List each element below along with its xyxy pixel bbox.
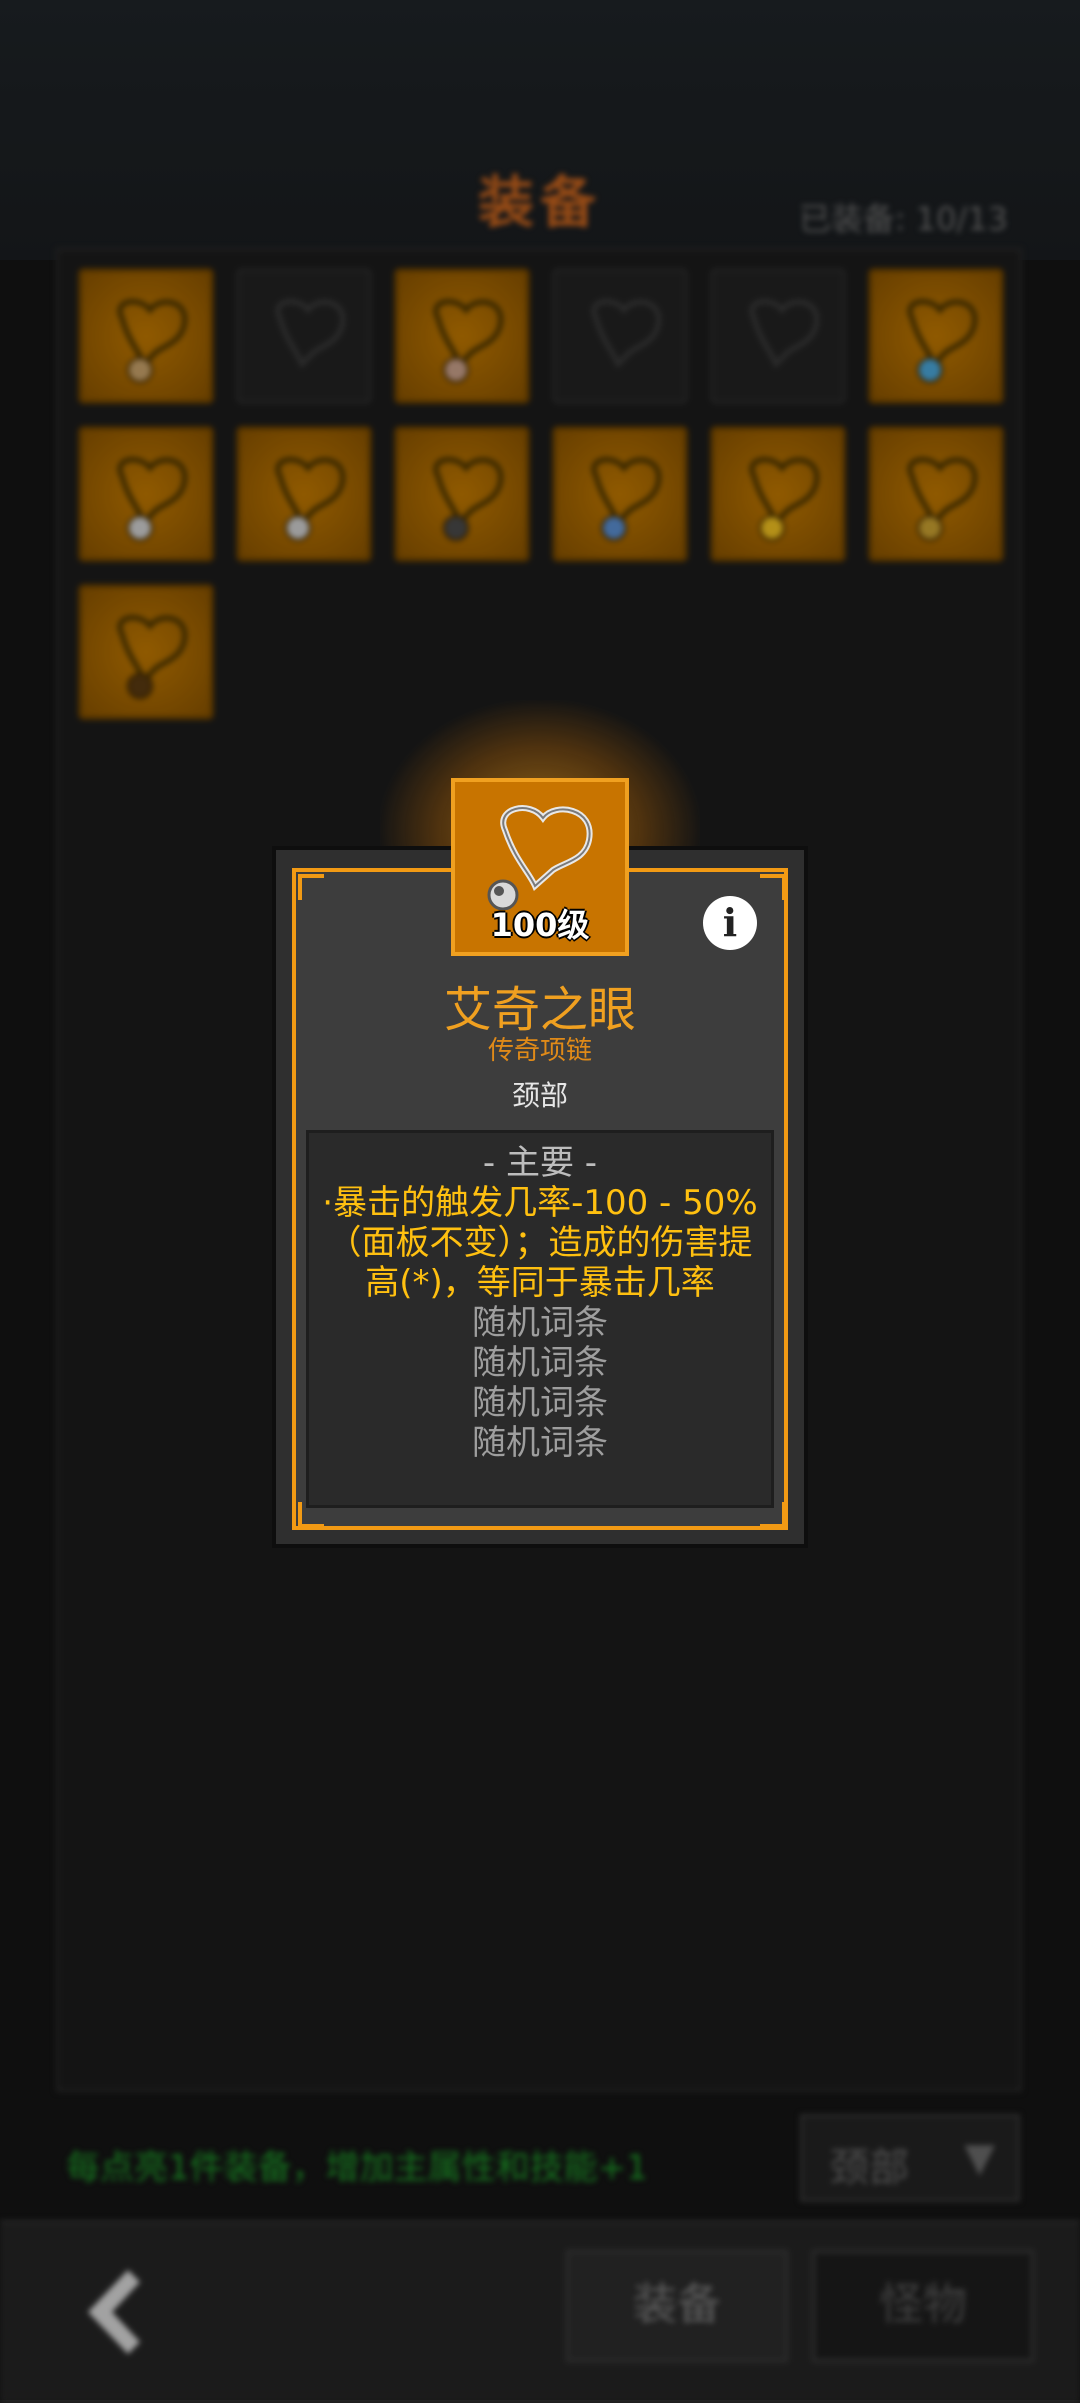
random-affix: 随机词条 [472,1423,608,1463]
item-stats: - 主要 - ·暴击的触发几率-100 - 50%（面板不变）；造成的伤害提高(… [306,1130,774,1508]
info-icon[interactable]: i [703,896,757,950]
random-affix: 随机词条 [472,1303,608,1343]
item-level: 100级 [490,906,590,944]
random-affix: 随机词条 [472,1343,608,1383]
frame-corner [298,874,324,900]
necklace-icon [487,805,593,910]
stats-section-header: - 主要 - [482,1143,598,1183]
item-slot: 颈部 [511,1079,568,1112]
item-rarity: 传奇项链 [487,1036,592,1066]
item-icon: 100级 [451,778,629,956]
main-effect: ·暴击的触发几率-100 - 50%（面板不变）；造成的伤害提高(*)，等同于暴… [322,1183,758,1303]
frame-corner [760,874,786,900]
random-affix: 随机词条 [472,1383,608,1423]
